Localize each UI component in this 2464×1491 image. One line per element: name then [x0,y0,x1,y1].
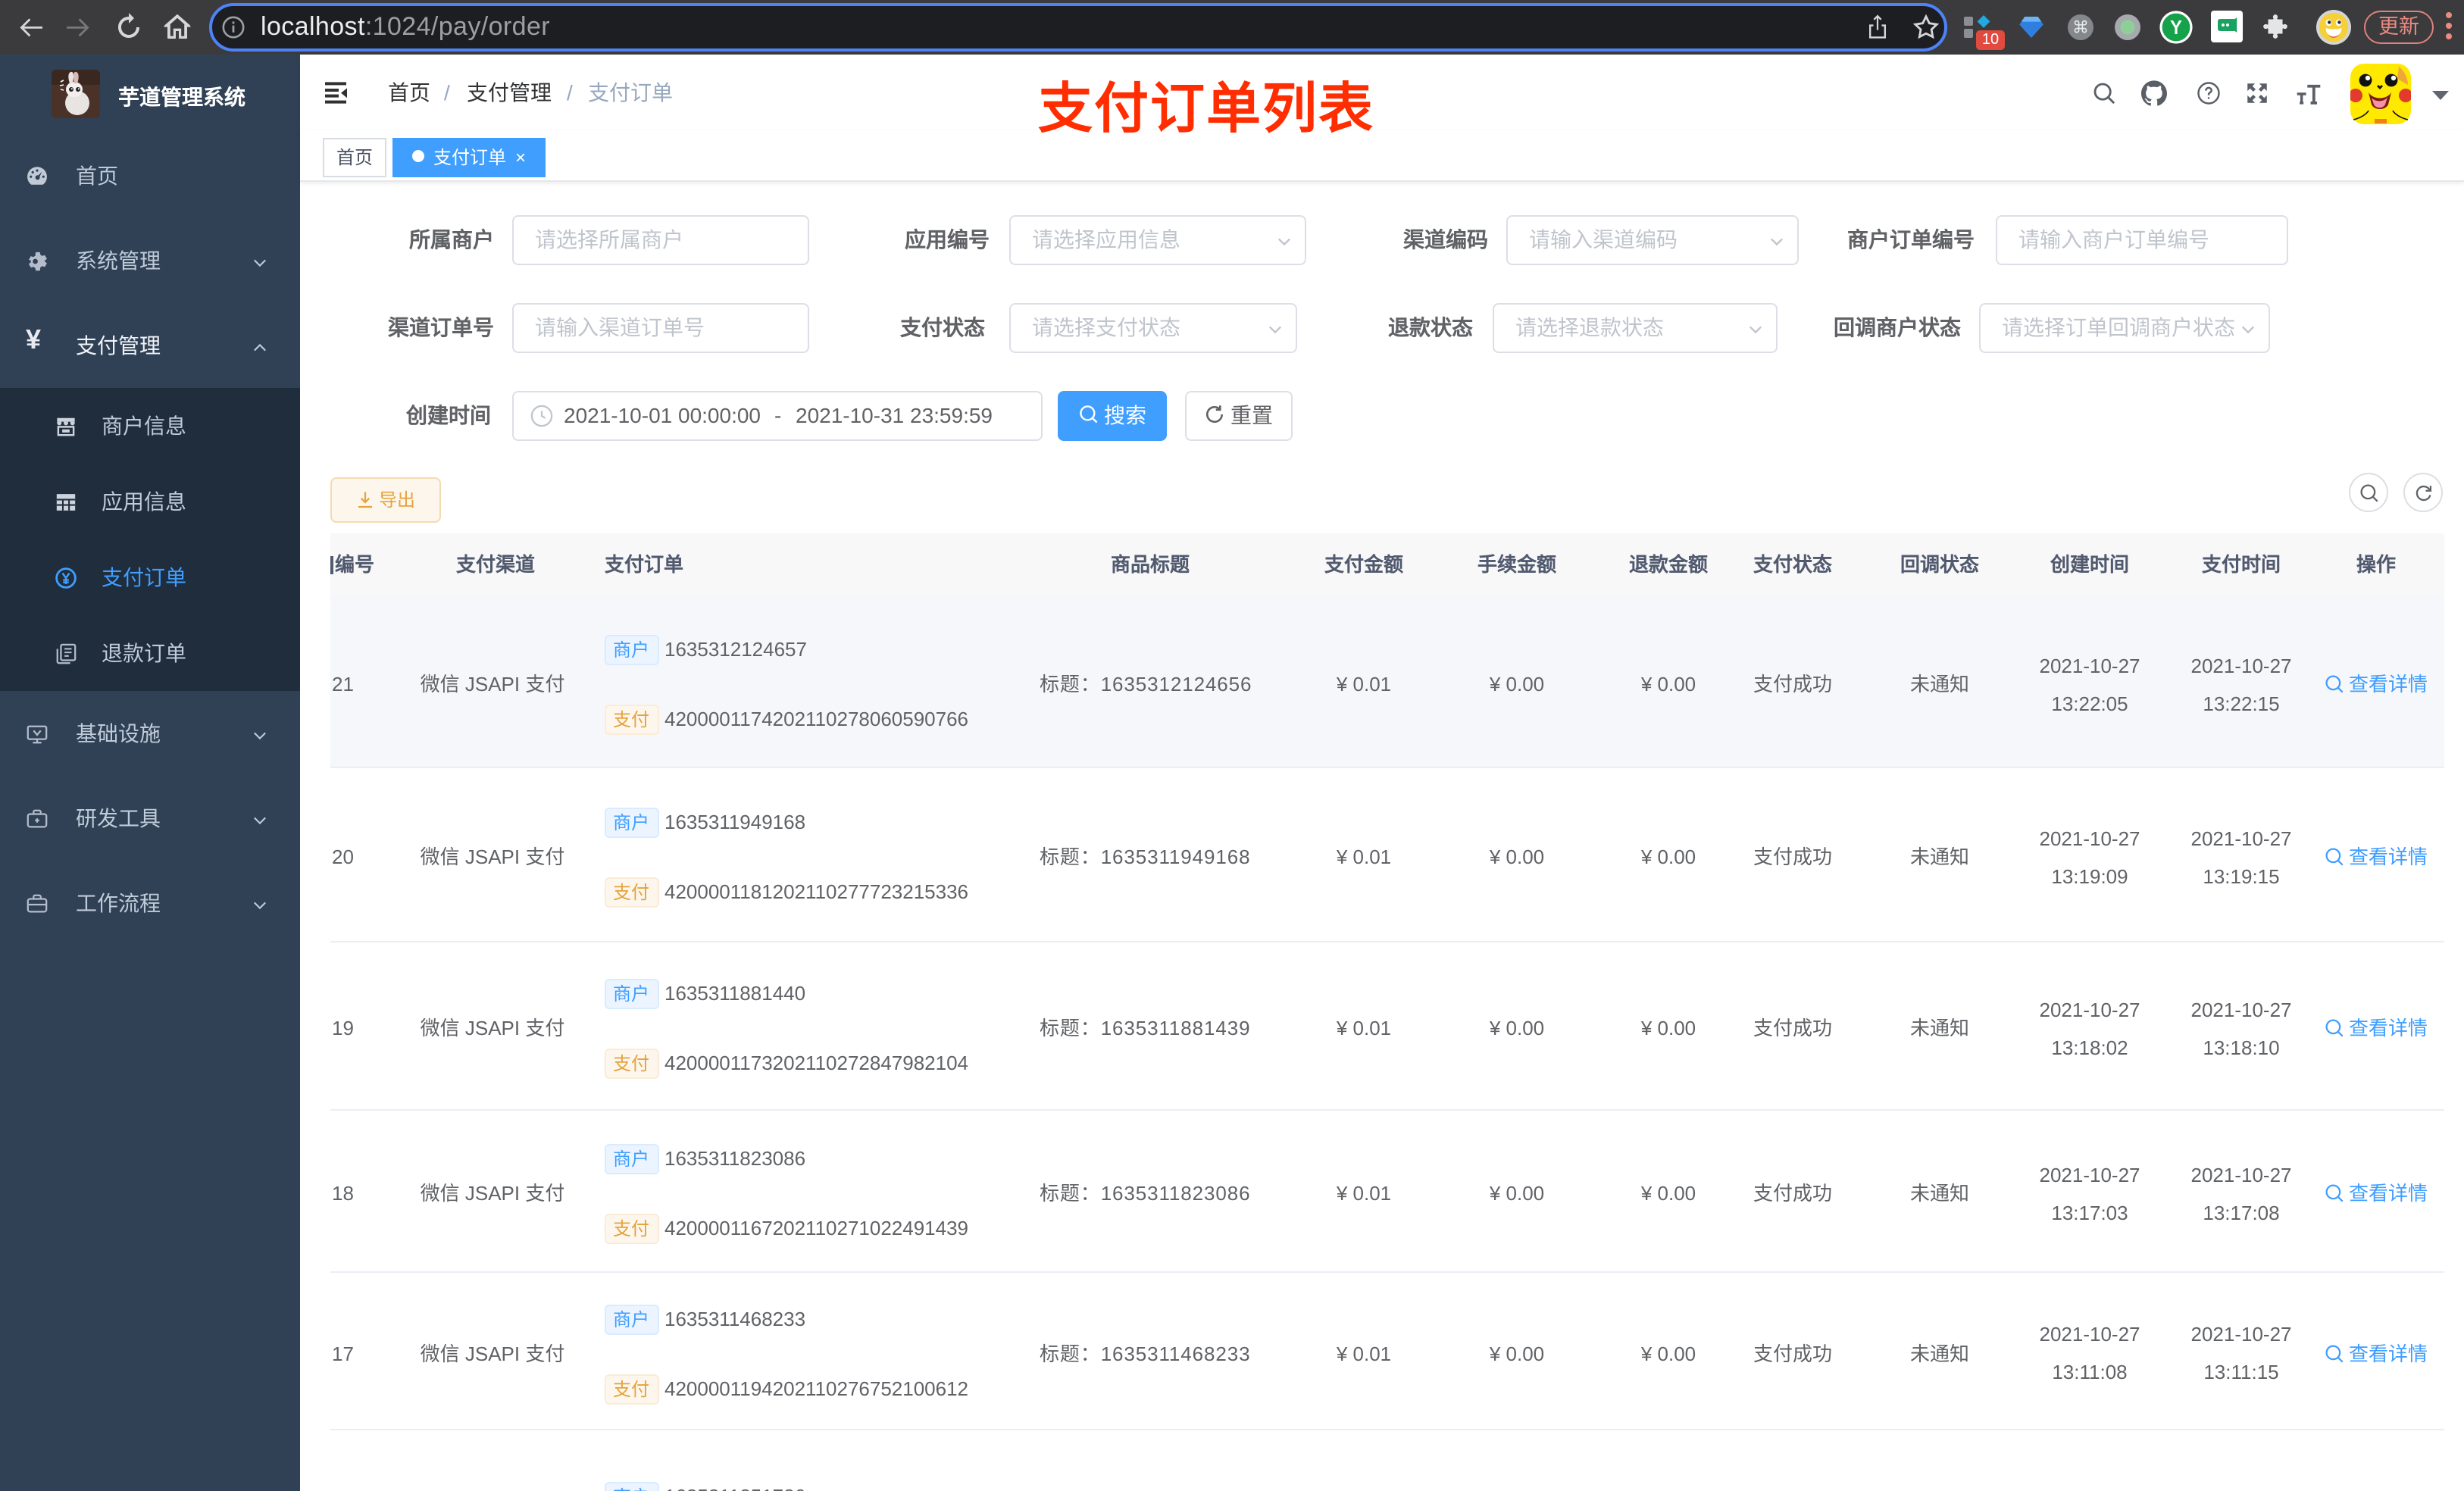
svg-text:⌘: ⌘ [2072,18,2089,37]
